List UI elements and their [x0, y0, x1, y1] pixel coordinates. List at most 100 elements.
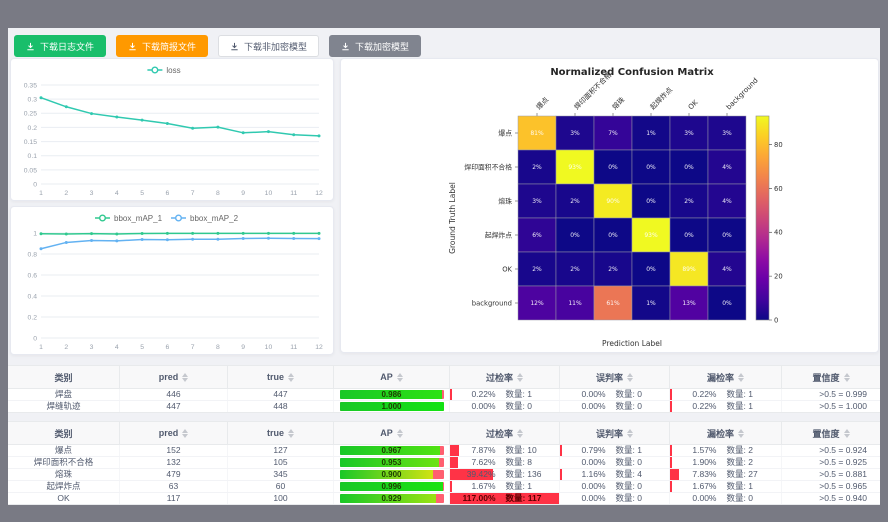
- cell-confidence: >0.5 = 0.999: [782, 389, 880, 400]
- legend-item-loss[interactable]: loss: [147, 66, 180, 75]
- svg-text:0%: 0%: [684, 164, 694, 171]
- cell-confidence: >0.5 = 0.940: [782, 493, 880, 504]
- svg-text:0.2: 0.2: [28, 125, 38, 132]
- download-button-3[interactable]: 下载非加密模型: [218, 35, 319, 57]
- legend-item-bbox_mAP_1[interactable]: bbox_mAP_1: [95, 214, 163, 223]
- column-header-label: 误判率: [596, 427, 623, 440]
- column-header-label: 类别: [54, 427, 72, 440]
- cell-ap: 0.996: [334, 481, 450, 492]
- cell-ap: 0.953: [334, 457, 450, 468]
- svg-text:6: 6: [165, 190, 169, 197]
- column-header-true[interactable]: true: [228, 422, 334, 444]
- table-row: 焊印面积不合格1321050.9537.62%数量: 80.00%数量: 01.…: [8, 457, 880, 469]
- ap-bar: 0.996: [340, 482, 444, 491]
- cell-metric-1: 0.00%数量: 0: [560, 493, 670, 504]
- column-header-误判率[interactable]: 误判率: [560, 422, 670, 444]
- cell-metric-0: 1.67%数量: 1: [450, 481, 560, 492]
- column-header-label: 误判率: [596, 371, 623, 384]
- cell-ap: 1.000: [334, 401, 450, 412]
- svg-text:0.05: 0.05: [24, 167, 37, 174]
- svg-text:0.25: 0.25: [24, 111, 37, 118]
- ap-bar: 0.967: [340, 446, 444, 455]
- download-button-label: 下载非加密模型: [244, 40, 307, 53]
- cell-metric-1: 0.00%数量: 0: [560, 457, 670, 468]
- table-row: 焊缝轨迹4474481.0000.00%数量: 00.00%数量: 00.22%…: [8, 401, 880, 412]
- svg-text:0: 0: [33, 181, 37, 188]
- matrix-col-label: 爆点: [534, 95, 550, 111]
- column-header-label: 类别: [54, 371, 72, 384]
- matrix-row-label: 焊印面积不合格: [464, 163, 512, 172]
- cell-ap: 0.929: [334, 493, 450, 504]
- cell-pred: 63: [120, 481, 228, 492]
- download-button-label: 下载加密模型: [355, 40, 409, 53]
- svg-text:0.15: 0.15: [24, 139, 37, 146]
- legend-item-bbox_mAP_2[interactable]: bbox_mAP_2: [171, 214, 239, 223]
- download-button-4[interactable]: 下载加密模型: [329, 35, 421, 57]
- column-header-AP[interactable]: AP: [334, 422, 450, 444]
- svg-text:9: 9: [241, 190, 245, 197]
- svg-text:0%: 0%: [646, 198, 656, 205]
- cell-confidence: >0.5 = 0.924: [782, 445, 880, 456]
- column-header-label: 置信度: [812, 371, 839, 384]
- column-header-label: AP: [380, 428, 393, 438]
- column-header-label: 漏检率: [707, 427, 734, 440]
- column-header-过检率[interactable]: 过检率: [450, 366, 560, 388]
- cell-ap: 0.967: [334, 445, 450, 456]
- sort-icon: [627, 429, 633, 438]
- column-header-置信度[interactable]: 置信度: [782, 422, 880, 444]
- column-header-AP[interactable]: AP: [334, 366, 450, 388]
- svg-text:89%: 89%: [682, 266, 696, 273]
- svg-text:0: 0: [33, 335, 37, 342]
- svg-text:6: 6: [165, 344, 169, 351]
- sort-icon: [517, 373, 523, 382]
- cell-metric-2: 1.67%数量: 1: [670, 481, 782, 492]
- svg-text:2%: 2%: [532, 266, 542, 273]
- column-header-漏检率[interactable]: 漏检率: [670, 366, 782, 388]
- svg-text:0.1: 0.1: [28, 153, 38, 160]
- cell-confidence: >0.5 = 0.925: [782, 457, 880, 468]
- svg-text:8: 8: [216, 344, 220, 351]
- table-row: OK1171000.929117.00%数量: 1170.00%数量: 00.0…: [8, 493, 880, 504]
- svg-text:3%: 3%: [684, 130, 694, 137]
- legend-marker-icon: [152, 67, 158, 73]
- svg-text:1: 1: [39, 344, 43, 351]
- download-button-1[interactable]: 下载日志文件: [14, 35, 106, 57]
- column-header-label: true: [267, 372, 284, 382]
- svg-text:7: 7: [191, 344, 195, 351]
- legend-label: bbox_mAP_2: [190, 214, 239, 223]
- cell-metric-0: 0.22%数量: 1: [450, 389, 560, 400]
- download-icon: [230, 42, 239, 51]
- svg-text:2%: 2%: [570, 198, 580, 205]
- column-header-过检率[interactable]: 过检率: [450, 422, 560, 444]
- column-header-置信度[interactable]: 置信度: [782, 366, 880, 388]
- svg-text:0%: 0%: [684, 232, 694, 239]
- cell-pred: 152: [120, 445, 228, 456]
- cell-pred: 479: [120, 469, 228, 480]
- download-icon: [128, 42, 137, 51]
- bbox-map-chart: bbox_mAP_1bbox_mAP_200.20.40.60.81123456…: [11, 207, 331, 354]
- cell-class: 爆点: [8, 445, 120, 456]
- cell-true: 60: [228, 481, 334, 492]
- column-header-true[interactable]: true: [228, 366, 334, 388]
- column-header-class: 类别: [8, 366, 120, 388]
- table-row: 熔珠4793450.90039.42%数量: 1361.16%数量: 47.83…: [8, 469, 880, 481]
- column-header-误判率[interactable]: 误判率: [560, 366, 670, 388]
- column-header-漏检率[interactable]: 漏检率: [670, 422, 782, 444]
- dashboard-page: 下载日志文件 下载简报文件 下载非加密模型 下载加密模型 loss 0 0.05 0.…: [8, 28, 880, 497]
- legend-marker-icon: [100, 215, 106, 221]
- column-header-label: AP: [380, 372, 393, 382]
- cell-pred: 132: [120, 457, 228, 468]
- cell-pred: 447: [120, 401, 228, 412]
- svg-text:0%: 0%: [570, 232, 580, 239]
- download-icon: [26, 42, 35, 51]
- column-header-pred[interactable]: pred: [120, 422, 228, 444]
- cell-metric-1: 0.00%数量: 0: [560, 481, 670, 492]
- column-header-pred[interactable]: pred: [120, 366, 228, 388]
- download-button-2[interactable]: 下载简报文件: [116, 35, 208, 57]
- cell-metric-1: 0.00%数量: 0: [560, 389, 670, 400]
- column-header-label: 过检率: [486, 371, 513, 384]
- svg-text:7: 7: [191, 190, 195, 197]
- metrics-table-2: 类别predtrueAP过检率误判率漏检率置信度爆点1521270.9677.8…: [8, 421, 880, 505]
- matrix-col-label: OK: [687, 98, 700, 111]
- svg-text:11: 11: [290, 190, 297, 197]
